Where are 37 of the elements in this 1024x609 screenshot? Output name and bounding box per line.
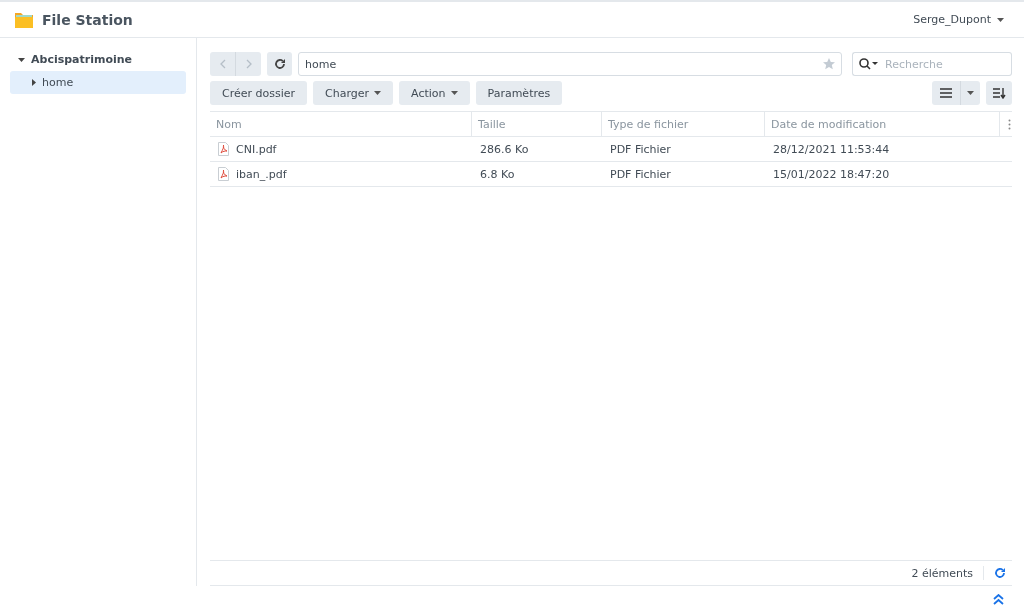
folder-icon xyxy=(14,10,34,29)
refresh-icon xyxy=(273,58,286,70)
back-icon xyxy=(219,59,226,69)
expanded-caret-icon xyxy=(18,57,25,62)
path-field[interactable]: home xyxy=(298,52,842,76)
toolbar-button[interactable]: Créer dossier xyxy=(210,81,308,105)
table-cell: PDF Fichier xyxy=(610,167,671,181)
tree-item[interactable]: home xyxy=(10,71,186,94)
collapsed-caret-icon xyxy=(32,79,36,86)
pdf-file-icon xyxy=(218,167,229,181)
item-count: 2 éléments xyxy=(911,566,973,580)
caret-icon xyxy=(374,91,382,95)
toolbar-button[interactable]: Charger xyxy=(313,81,394,105)
toolbar-button[interactable]: Paramètres xyxy=(475,81,563,105)
caret-icon xyxy=(967,91,974,95)
forward-icon xyxy=(245,59,252,69)
table-cell: CNI.pdf xyxy=(236,142,277,156)
table-cell: 28/12/2021 11:53:44 xyxy=(773,142,890,156)
pdf-file-icon xyxy=(218,142,229,156)
view-mode-button[interactable] xyxy=(932,81,980,105)
tree-item[interactable]: Abcispatrimoine xyxy=(10,48,186,71)
sort-button[interactable] xyxy=(986,81,1012,105)
caret-icon xyxy=(450,91,458,95)
window-title: File Station xyxy=(42,11,134,28)
toolbar-button[interactable]: Action xyxy=(399,81,470,105)
caret-icon xyxy=(997,17,1004,22)
refresh-button[interactable] xyxy=(267,52,292,76)
star-icon xyxy=(823,58,835,70)
refresh-icon[interactable] xyxy=(994,567,1006,579)
table-cell: iban_.pdf xyxy=(236,167,287,181)
sort-icon xyxy=(992,87,1006,99)
table-cell: 6.8 Ko xyxy=(480,167,515,181)
double-chevron-up-icon[interactable] xyxy=(993,594,1004,605)
table-cell: 286.6 Ko xyxy=(480,142,529,156)
user-menu[interactable]: Serge_Dupont xyxy=(913,13,1010,26)
table-cell: 15/01/2022 18:47:20 xyxy=(773,167,890,181)
table-cell: PDF Fichier xyxy=(610,142,671,156)
